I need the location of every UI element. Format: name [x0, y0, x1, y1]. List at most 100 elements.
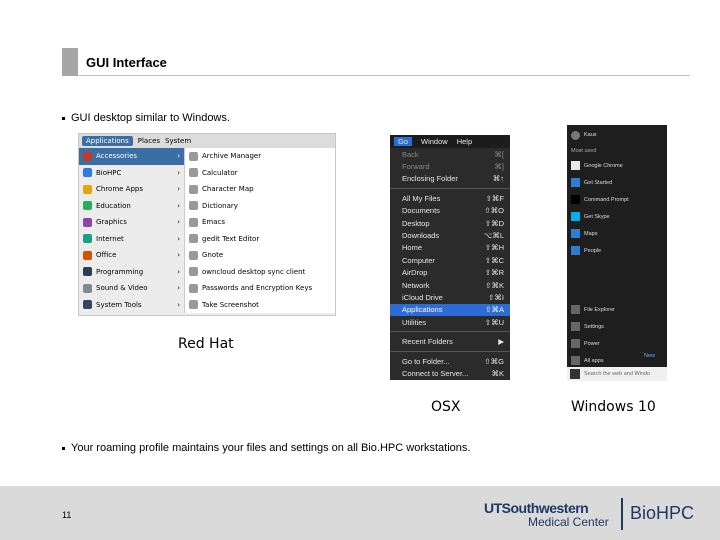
redhat-category-item: BioHPC › [79, 165, 184, 182]
win-bottom-icon [571, 305, 580, 314]
category-icon [83, 151, 92, 161]
osx-menu-separator [390, 350, 510, 352]
redhat-app-item: Calculator [185, 165, 335, 182]
bullet-dot [62, 116, 65, 120]
app-icon [189, 217, 198, 227]
win-app-label: Get Started [584, 179, 613, 186]
app-tile-icon [571, 246, 580, 255]
app-icon [189, 300, 198, 310]
osx-menu-item: Downloads ⌥⌘L [390, 229, 510, 241]
category-label: System Tools [96, 300, 142, 309]
bullet-dot [62, 446, 65, 450]
category-label: Sound & Video [96, 284, 148, 293]
title-underline [78, 75, 690, 76]
win-bottom-label: Power [584, 340, 600, 347]
osx-item-label: Back [402, 149, 419, 159]
category-icon [83, 267, 92, 277]
chevron-right-icon: › [177, 300, 180, 309]
win-app-label: Maps [584, 230, 598, 237]
osx-item-label: All My Files [402, 193, 441, 203]
redhat-applications-menu: Applications [82, 136, 133, 146]
caption-windows: Windows 10 [571, 399, 656, 415]
app-label: Calculator [202, 168, 238, 177]
app-label: Archive Manager [202, 152, 262, 161]
app-icon [189, 250, 198, 260]
category-icon [83, 168, 92, 178]
app-label: Character Map [202, 185, 254, 194]
redhat-category-item: Programming › [79, 264, 184, 281]
chevron-right-icon: › [177, 251, 180, 260]
osx-item-label: Downloads [402, 231, 440, 241]
category-label: Chrome Apps [96, 185, 144, 194]
redhat-places-menu: Places [137, 137, 161, 145]
osx-menu-item: Network ⇧⌘K [390, 279, 510, 291]
win-app-label: People [584, 247, 602, 254]
osx-item-label: Computer [402, 255, 435, 265]
category-icon [83, 217, 92, 227]
win-bottom-item: Settings [567, 318, 667, 335]
title-accent-bar [62, 48, 78, 76]
redhat-system-menu: System [165, 137, 192, 145]
app-label: owncloud desktop sync client [202, 267, 306, 276]
redhat-app-item: Gnote [185, 247, 335, 264]
chevron-right-icon: › [177, 185, 180, 194]
app-label: Dictionary [202, 201, 238, 210]
osx-item-shortcut: ⌘↑ [492, 174, 504, 184]
osx-item-shortcut: ⇧⌘G [484, 356, 504, 366]
osx-menu-item: All My Files ⇧⌘F [390, 192, 510, 204]
app-tile-icon [571, 178, 580, 187]
osx-menu-item: Home ⇧⌘H [390, 242, 510, 254]
slide-title: GUI Interface [86, 55, 167, 70]
win-bottom-item: Power [567, 335, 667, 352]
osx-item-label: Go to Folder... [402, 356, 450, 366]
logo-medical-center: Medical Center [528, 515, 609, 529]
category-label: Programming [96, 267, 144, 276]
logo-divider [621, 498, 623, 530]
category-label: Office [96, 251, 117, 260]
osx-go-menu: Go [394, 137, 413, 146]
app-icon [189, 201, 198, 211]
app-label: gedit Text Editor [202, 234, 260, 243]
osx-menu-screenshot: Go Window Help Back ⌘[Forward ⌘] Enclosing … [390, 135, 510, 380]
redhat-app-item: gedit Text Editor [185, 231, 335, 248]
category-label: Graphics [96, 218, 127, 227]
category-icon [83, 300, 92, 310]
osx-item-label: Home [402, 243, 423, 253]
category-label: Internet [96, 234, 124, 243]
app-icon [189, 184, 198, 194]
win-search-text: Search the web and Windo [584, 371, 651, 377]
windows-logo-icon [570, 369, 580, 379]
app-icon [189, 168, 198, 178]
win-bottom-label: File Explorer [584, 306, 615, 313]
redhat-category-item: Education › [79, 198, 184, 215]
osx-window-menu: Window [421, 137, 448, 146]
redhat-app-item: Character Map [185, 181, 335, 198]
win-section-label: Most used [571, 148, 597, 154]
category-icon [83, 250, 92, 260]
osx-menu-separator [390, 331, 510, 333]
osx-menu-item: Utilities ⇧⌘U [390, 316, 510, 328]
osx-item-shortcut: ⌘K [491, 368, 504, 378]
redhat-app-item: owncloud desktop sync client [185, 264, 335, 281]
osx-menu-item: Applications ⇧⌘A [390, 303, 510, 317]
win-app-label: Google Chrome [584, 162, 623, 169]
win-app-item: Google Chrome [567, 157, 667, 174]
osx-menu-item: Enclosing Folder ⌘↑ [390, 173, 510, 185]
osx-menu-item: Desktop ⇧⌘D [390, 217, 510, 229]
osx-menu-item: iCloud Drive ⇧⌘I [390, 291, 510, 303]
app-label: Emacs [202, 218, 226, 227]
redhat-category-list: Accessories › BioHPC › Chrome Apps › Education… [79, 148, 184, 313]
osx-menu-item: Recent Folders ▶ [390, 335, 510, 347]
osx-item-shortcut: ⇧⌘I [488, 292, 504, 302]
chevron-right-icon: › [177, 234, 180, 243]
osx-item-shortcut: ⇧⌘R [484, 268, 504, 278]
osx-item-shortcut: ⇧⌘U [484, 317, 504, 327]
redhat-category-item: Office › [79, 247, 184, 264]
category-label: Education [96, 201, 131, 210]
osx-item-shortcut: ⇧⌘K [485, 280, 504, 290]
osx-help-menu: Help [456, 137, 473, 146]
osx-item-shortcut: ⇧⌘H [484, 243, 504, 253]
redhat-item-list: Archive Manager Calculator Character Map Di… [184, 148, 335, 313]
category-icon [83, 234, 92, 244]
logo-biohpc: BioHPC [630, 503, 695, 523]
